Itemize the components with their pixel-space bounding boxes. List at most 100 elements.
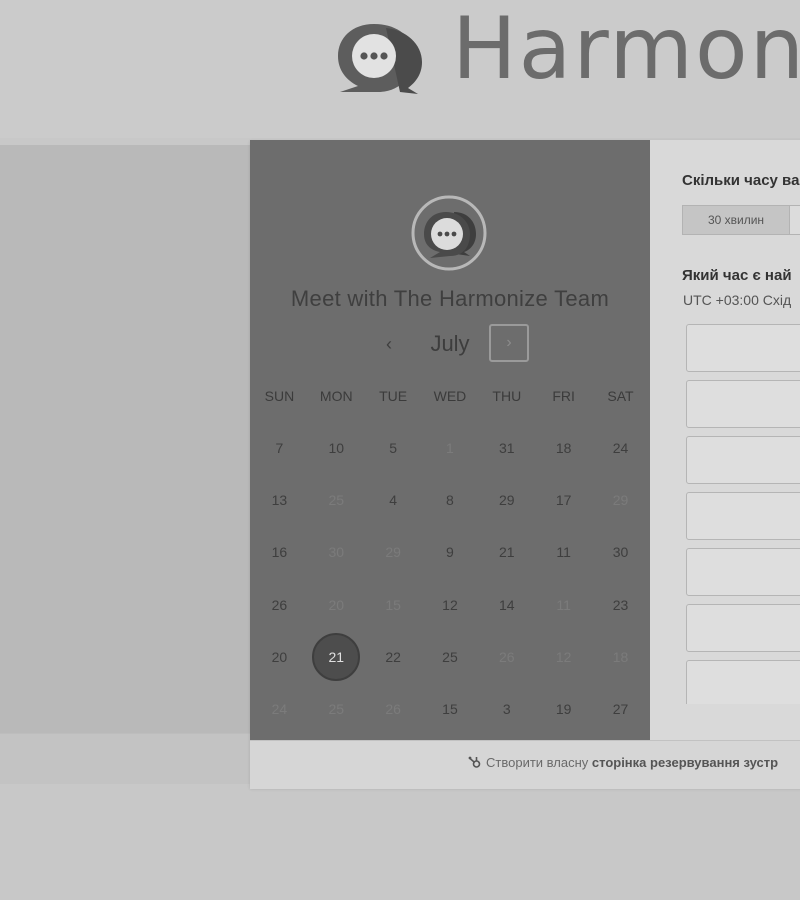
calendar-day-number: 7 [275,440,284,456]
calendar-day[interactable]: 5 [365,422,422,474]
calendar-day-number: 11 [556,544,571,561]
brand-name: Harmon [452,0,800,99]
calendar-day-number: 18 [612,648,629,665]
booking-widget: Meet with The Harmonize Team ‹ July › SU… [250,140,800,789]
calendar-day-number: 14 [499,596,515,613]
calendar-day-number: 24 [612,440,629,456]
calendar-day-number: 29 [385,544,401,561]
calendar-day-number: 5 [389,440,397,456]
prev-month-button[interactable]: ‹ [378,328,400,360]
calendar-day-number: 11 [556,596,571,613]
calendar-day: 20 [308,579,365,631]
time-slot-button[interactable] [686,548,800,596]
calendar-day: 12 [535,631,592,683]
weekday-label: WED [433,388,467,404]
calendar-day[interactable]: 16 [251,526,308,578]
team-avatar [411,195,487,271]
calendar-day[interactable]: 8 [422,474,479,526]
calendar-day-number: 19 [555,700,572,717]
calendar-day[interactable]: 12 [422,579,479,631]
calendar-day[interactable]: 30 [592,526,649,578]
calendar-day[interactable]: 21 [478,526,535,578]
chevron-right-icon: › [506,334,512,351]
duration-option-button[interactable]: 30 хвилин [682,205,790,235]
next-month-button[interactable]: › [489,324,529,362]
month-navigation: ‹ July › [250,324,650,364]
calendar-day[interactable]: 20 [251,631,308,683]
calendar-day[interactable]: 22 [365,631,422,683]
calendar-day[interactable]: 9 [422,526,479,578]
calendar-day-number: 29 [499,492,515,509]
time-slot-button[interactable] [686,380,800,428]
time-slot-button[interactable] [686,492,800,540]
calendar-day: 24 [251,683,308,735]
calendar-day-number: 26 [499,648,515,665]
calendar-day[interactable]: 27 [592,683,649,735]
calendar-day-number: 21 [499,544,515,561]
calendar-day[interactable]: 10 [308,422,365,474]
calendar-day: 11 [535,579,592,631]
calendar-day: 29 [365,526,422,578]
calendar-day-number: 25 [328,700,345,717]
calendar-week-row: 20 21 22 25 26 12 18 [251,631,649,683]
page-bottom-strip [0,733,250,784]
calendar-day-number: 4 [389,492,397,509]
calendar-day-number: 3 [502,700,511,717]
time-slot-button[interactable] [686,660,800,704]
calendar-day-number: 15 [442,700,458,717]
calendar-panel: Meet with The Harmonize Team ‹ July › SU… [250,140,650,740]
calendar-day-number: 22 [385,648,401,665]
weekday-header: SUN MON TUE WED THU FRI SAT [251,388,649,408]
weekday-label: SAT [607,388,634,404]
calendar-day[interactable]: 15 [422,683,479,735]
calendar-day[interactable]: 11 [535,526,592,578]
footer-link-text: сторінка резервування зустр [591,755,779,770]
calendar-day[interactable]: 4 [365,474,422,526]
duration-option-button-2[interactable] [789,205,800,235]
calendar-day-number: 12 [555,648,572,665]
calendar-day[interactable]: 7 [251,422,308,474]
calendar-day-number: 31 [499,440,515,456]
chat-bubble-logo-icon [338,24,422,94]
calendar-day: 26 [478,631,535,683]
booking-options-panel: Скільки часу ва 30 хвилин Який час є най… [650,140,800,740]
duration-question: Скільки часу ва [682,172,800,189]
calendar-day[interactable]: 17 [535,474,592,526]
calendar-day[interactable]: 14 [478,579,535,631]
calendar-day[interactable]: 29 [478,474,535,526]
time-slot-button[interactable] [686,604,800,652]
calendar-day-number: 20 [328,596,345,613]
calendar-day-selected[interactable]: 21 [308,631,365,683]
calendar-day[interactable]: 19 [535,683,592,735]
timezone-selector[interactable]: UTC +03:00 Схід [683,292,791,308]
time-question: Який час є най [682,267,792,284]
calendar-day[interactable]: 13 [251,474,308,526]
calendar-day-number: 21 [328,648,345,665]
calendar-day-number: 12 [442,596,458,613]
top-header: Harmon [0,0,800,138]
month-label: July [430,331,470,356]
calendar-day-number: 10 [328,440,345,456]
time-slot-button[interactable] [686,324,800,372]
calendar-day[interactable]: 31 [478,422,535,474]
footer-text: Створити власну [486,755,589,770]
create-booking-page-link[interactable]: Створити власну сторінка резервування зу… [468,755,778,770]
page-left-background [0,145,250,733]
calendar-day[interactable]: 23 [592,579,649,631]
weekday-label: FRI [552,388,575,404]
time-slot-list [686,324,800,704]
calendar-day-number: 27 [612,700,629,717]
calendar-day-number: 25 [328,492,345,509]
time-slot-button[interactable] [686,436,800,484]
calendar-day[interactable]: 24 [592,422,649,474]
calendar-day[interactable]: 18 [535,422,592,474]
calendar-day[interactable]: 26 [251,579,308,631]
calendar-day[interactable]: 25 [422,631,479,683]
hubspot-sprocket-icon [468,755,482,770]
calendar-week-row: 7 10 5 1 31 18 24 [251,422,649,474]
weekday-label: MON [319,388,353,404]
calendar-day[interactable]: 3 [478,683,535,735]
calendar-day: 25 [308,683,365,735]
calendar-day-number: 8 [446,492,454,509]
weekday-label: TUE [379,388,408,404]
